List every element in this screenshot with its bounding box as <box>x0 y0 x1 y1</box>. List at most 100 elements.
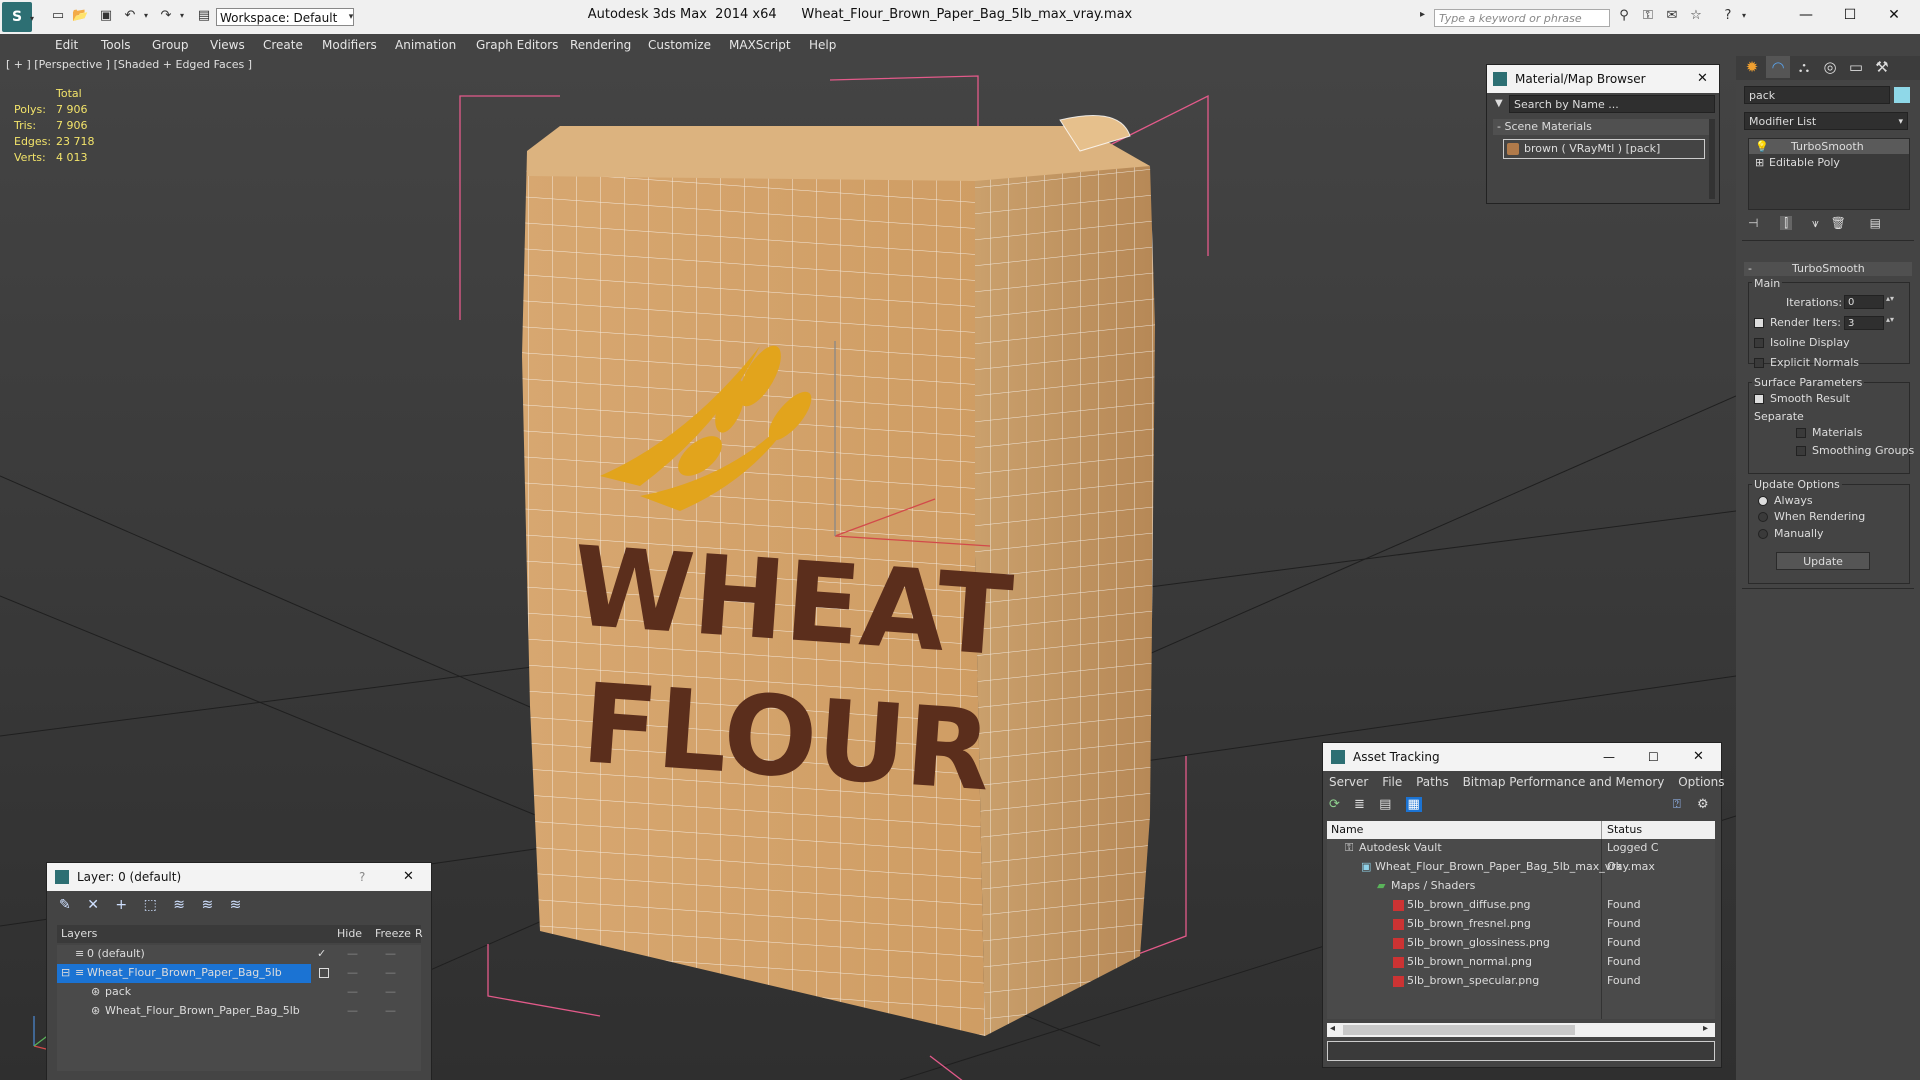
asset-path-field[interactable] <box>1327 1041 1715 1061</box>
scroll-left-icon[interactable]: ◂ <box>1330 1023 1335 1034</box>
detail-view-icon[interactable]: ▤ <box>1379 797 1391 812</box>
help-icon[interactable]: ⍰ <box>1673 797 1681 812</box>
remove-modifier-icon[interactable]: 🗑 <box>1831 216 1846 230</box>
freeze-toggle[interactable]: — <box>385 947 396 960</box>
isoline-checkbox[interactable] <box>1754 338 1764 348</box>
menu-create[interactable]: Create <box>263 34 303 56</box>
minimize-button[interactable]: — <box>1603 743 1615 771</box>
menu-help[interactable]: Help <box>809 34 836 56</box>
lightbulb-icon[interactable]: 💡 <box>1755 140 1769 153</box>
utilities-tab-icon[interactable]: ⚒ <box>1870 56 1894 78</box>
menu-edit[interactable]: Edit <box>55 34 78 56</box>
spinner-arrows-icon[interactable]: ▴▾ <box>1886 315 1894 324</box>
hide-toggle[interactable]: — <box>347 1004 358 1017</box>
materials-checkbox[interactable] <box>1796 428 1806 438</box>
make-unique-icon[interactable]: ⩛ <box>1812 216 1819 230</box>
table-row[interactable]: ⚿ Autodesk Vault Logged C <box>1327 839 1715 858</box>
favorites-star-icon[interactable]: ☆ <box>1688 8 1704 24</box>
browser-options-chevron-icon[interactable]: ▼ <box>1495 98 1503 109</box>
menu-file[interactable]: File <box>1382 775 1402 789</box>
hierarchy-tab-icon[interactable]: ⛬ <box>1792 56 1816 78</box>
table-row[interactable]: ▣ Wheat_Flour_Brown_Paper_Bag_5lb_max_vr… <box>1327 858 1715 877</box>
freeze-toggle[interactable]: — <box>385 985 396 998</box>
maximize-button[interactable]: ☐ <box>1648 743 1659 771</box>
close-icon[interactable]: ✕ <box>1697 65 1708 93</box>
scene-materials-header[interactable]: - Scene Materials <box>1493 119 1709 135</box>
delete-layer-icon[interactable]: ✕ <box>87 897 99 913</box>
redo-dropdown-icon[interactable]: ▾ <box>174 8 190 24</box>
table-row[interactable]: 5lb_brown_fresnel.png Found <box>1327 915 1715 934</box>
open-folder-icon[interactable]: 📂 <box>72 8 88 24</box>
help-icon[interactable]: ? <box>1720 8 1736 24</box>
render-iters-checkbox[interactable] <box>1754 318 1764 328</box>
menu-paths[interactable]: Paths <box>1416 775 1449 789</box>
close-icon[interactable]: ✕ <box>1693 743 1704 771</box>
table-row[interactable]: ⊛ pack — — <box>57 983 421 1002</box>
menu-server[interactable]: Server <box>1329 775 1368 789</box>
material-browser-scrollbar[interactable] <box>1709 119 1715 199</box>
col-render[interactable]: R <box>415 927 423 940</box>
project-folder-icon[interactable]: ▤ <box>196 8 212 24</box>
pin-stack-icon[interactable]: ⊣ <box>1748 216 1758 230</box>
menu-maxscript[interactable]: MAXScript <box>729 34 791 56</box>
checkmark-icon[interactable]: ✓ <box>317 947 326 960</box>
scrollbar-thumb[interactable] <box>1343 1025 1575 1035</box>
menu-tools[interactable]: Tools <box>101 34 131 56</box>
menu-views[interactable]: Views <box>210 34 245 56</box>
table-row[interactable]: ≡ 0 (default) ✓ — — <box>57 945 421 964</box>
col-hide[interactable]: Hide <box>337 927 362 940</box>
binoculars-icon[interactable]: ⚲ <box>1616 8 1632 24</box>
object-color-swatch[interactable] <box>1894 87 1910 103</box>
table-row[interactable]: ⊟ ≡ Wheat_Flour_Brown_Paper_Bag_5lb <box>57 964 311 983</box>
hide-toggle[interactable]: — <box>347 947 358 960</box>
communication-icon[interactable]: ✉ <box>1664 8 1680 24</box>
help-icon[interactable]: ? <box>359 863 365 891</box>
menu-modifiers[interactable]: Modifiers <box>322 34 377 56</box>
expand-icon[interactable]: ⊟ <box>61 966 70 979</box>
layer-window-titlebar[interactable]: Layer: 0 (default) ? ✕ <box>47 863 431 891</box>
menu-animation[interactable]: Animation <box>395 34 456 56</box>
smooth-result-checkbox[interactable] <box>1754 394 1764 404</box>
list-view-icon[interactable]: ≣ <box>1354 797 1365 812</box>
create-tab-icon[interactable]: ✹ <box>1740 56 1764 78</box>
stack-item-turbosmooth[interactable]: 💡 TurboSmooth <box>1749 139 1909 154</box>
table-row[interactable]: 5lb_brown_glossiness.png Found <box>1327 934 1715 953</box>
redo-icon[interactable]: ↷ <box>158 8 174 24</box>
table-view-icon[interactable]: ▦ <box>1405 797 1422 812</box>
stack-item-editable-poly[interactable]: ⊞ Editable Poly <box>1749 155 1909 170</box>
save-icon[interactable]: ▣ <box>98 8 114 24</box>
search-input[interactable]: Type a keyword or phrase <box>1434 9 1610 27</box>
freeze-all-layers-icon[interactable]: ≋ <box>230 897 242 913</box>
search-expand-icon[interactable]: ▸ <box>1420 9 1425 20</box>
iterations-spinner[interactable]: 0 <box>1844 295 1884 309</box>
hide-all-layers-icon[interactable]: ≋ <box>201 897 213 913</box>
col-name[interactable]: Name <box>1331 823 1363 836</box>
freeze-toggle[interactable]: — <box>385 966 396 979</box>
always-radio[interactable] <box>1758 496 1768 506</box>
update-button[interactable]: Update <box>1776 552 1870 570</box>
modify-tab-icon[interactable]: ◠ <box>1766 56 1790 78</box>
workspace-chevron-icon[interactable]: ▾ <box>344 8 358 26</box>
col-freeze[interactable]: Freeze <box>375 927 411 940</box>
configure-sets-icon[interactable]: ▤ <box>1870 216 1881 230</box>
explicit-normals-checkbox[interactable] <box>1754 358 1764 368</box>
table-row[interactable]: 5lb_brown_diffuse.png Found <box>1327 896 1715 915</box>
menu-rendering[interactable]: Rendering <box>570 34 631 56</box>
render-iters-spinner[interactable]: 3 <box>1844 316 1884 330</box>
new-layer-icon[interactable]: ✎ <box>59 897 71 913</box>
highlight-layer-icon[interactable]: ≋ <box>173 897 185 913</box>
undo-dropdown-icon[interactable]: ▾ <box>138 8 154 24</box>
material-search-input[interactable]: Search by Name ... <box>1509 95 1715 113</box>
subscription-icon[interactable]: ⚿ <box>1640 8 1656 24</box>
close-icon[interactable]: ✕ <box>403 863 414 891</box>
current-layer-checkbox[interactable] <box>319 968 329 978</box>
expand-plus-icon[interactable]: ⊞ <box>1755 156 1764 169</box>
menu-group[interactable]: Group <box>152 34 189 56</box>
maximize-button[interactable]: ☐ <box>1828 4 1872 26</box>
perspective-viewport[interactable]: WHEAT FLOUR [ + ] [Perspective ] [Shaded… <box>0 56 1736 1080</box>
workspace-dropdown[interactable]: Workspace: Default <box>216 8 354 26</box>
asset-horizontal-scrollbar[interactable]: ◂ ▸ <box>1327 1023 1715 1037</box>
menu-bitmap-performance[interactable]: Bitmap Performance and Memory <box>1463 775 1665 789</box>
material-browser-titlebar[interactable]: Material/Map Browser ✕ <box>1487 65 1719 93</box>
col-layers[interactable]: Layers <box>61 927 97 940</box>
